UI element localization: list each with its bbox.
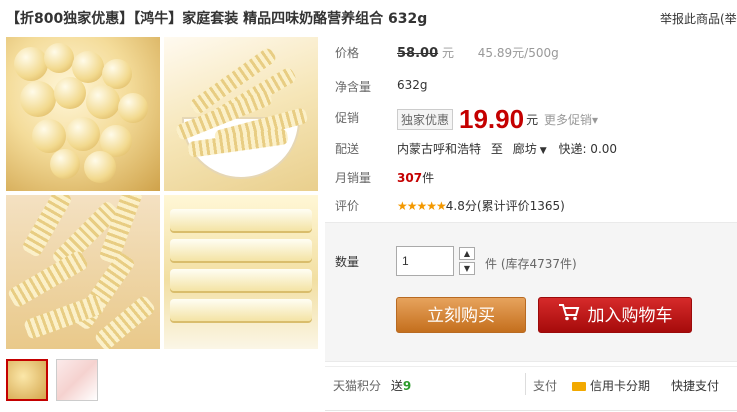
quick-pay[interactable]: 快捷支付 bbox=[671, 377, 719, 394]
purchase-box: 数量 ▲ ▼ 件 (库存4737件) 立刻购买 加入购物车 bbox=[325, 222, 737, 362]
divider bbox=[525, 373, 526, 395]
credit-card-label: 信用卡分期 bbox=[590, 379, 651, 393]
weight-value: 632g bbox=[397, 78, 428, 92]
points-text: 送 bbox=[390, 379, 403, 393]
points-label: 天猫积分 bbox=[333, 379, 382, 393]
caret-up-icon: ▲ bbox=[463, 249, 471, 258]
more-promos-link[interactable]: 更多促销▾ bbox=[544, 113, 598, 127]
caret-down-icon: ▾ bbox=[591, 113, 598, 127]
price-label: 价格 bbox=[335, 46, 360, 60]
express-fee: 快递: 0.00 bbox=[558, 142, 618, 156]
thumbnail-2[interactable] bbox=[56, 359, 98, 401]
rating-group[interactable]: ★★★★★4.8分(累计评价1365) bbox=[397, 197, 565, 214]
quantity-input[interactable] bbox=[396, 246, 454, 276]
payment-label: 支付 bbox=[533, 379, 558, 393]
weight-label: 净含量 bbox=[335, 80, 372, 94]
shipping-group: 内蒙古呼和浩特 至 廊坊 ▼ 快递: 0.00 bbox=[397, 140, 617, 157]
sales-group: 307件 bbox=[397, 169, 434, 186]
rating-label: 评价 bbox=[335, 199, 360, 213]
original-price-unit: 元 bbox=[441, 46, 454, 60]
shipping-label: 配送 bbox=[335, 142, 360, 156]
ship-to-select[interactable]: 廊坊 ▼ bbox=[513, 142, 547, 156]
cheese-sticks-bowl-image bbox=[164, 37, 318, 191]
more-promos-label: 更多促销 bbox=[543, 113, 592, 127]
promo-price-unit: 元 bbox=[526, 113, 539, 127]
buy-now-button[interactable]: 立刻购买 bbox=[396, 297, 526, 333]
cheese-bars-image bbox=[164, 195, 318, 349]
credit-card-icon bbox=[572, 382, 586, 391]
product-title: 【折800独家优惠】【鸿牛】家庭套装 精品四味奶酪营养组合 632g bbox=[6, 11, 428, 27]
rating-stars-icon: ★★★★★ bbox=[397, 199, 447, 213]
promo-row: 促销 独家优惠 19.90 元 更多促销▾ bbox=[335, 104, 737, 135]
cheese-twists-image bbox=[6, 195, 160, 349]
add-to-cart-label: 加入购物车 bbox=[587, 306, 673, 326]
original-price-group: 58.00 元 45.89元/500g bbox=[397, 44, 559, 61]
promo-price: 19.90 bbox=[459, 104, 525, 134]
promo-group: 独家优惠 19.90 元 更多促销▾ bbox=[397, 104, 598, 135]
quantity-label: 数量 bbox=[335, 255, 360, 269]
report-link[interactable]: 举报此商品(举 bbox=[660, 10, 737, 27]
original-price: 58.00 bbox=[397, 46, 439, 61]
credit-card-installment[interactable]: 信用卡分期 bbox=[572, 377, 650, 394]
promo-tag: 独家优惠 bbox=[397, 109, 454, 130]
thumbnail-1[interactable] bbox=[6, 359, 48, 401]
stock-text: 件 (库存4737件) bbox=[485, 257, 577, 271]
cheese-balls-image bbox=[6, 37, 160, 191]
quantity-decrease-button[interactable]: ▼ bbox=[459, 262, 475, 275]
quantity-increase-button[interactable]: ▲ bbox=[459, 247, 475, 260]
ship-to-word: 至 bbox=[490, 142, 503, 156]
ship-to-value: 廊坊 bbox=[512, 142, 537, 156]
promo-label: 促销 bbox=[335, 111, 360, 125]
product-gallery bbox=[6, 37, 318, 349]
rating-text: 4.8分(累计评价1365) bbox=[445, 199, 565, 213]
caret-down-icon: ▼ bbox=[463, 264, 471, 273]
points-value: 9 bbox=[402, 379, 412, 393]
cart-icon bbox=[558, 298, 580, 334]
monthly-sales-value: 307 bbox=[397, 171, 423, 185]
monthly-sales-label: 月销量 bbox=[335, 171, 372, 185]
tmall-points: 天猫积分 送9 bbox=[333, 377, 411, 394]
ship-from: 内蒙古呼和浩特 bbox=[397, 142, 482, 156]
bottom-divider bbox=[325, 410, 737, 411]
monthly-sales-unit: 件 bbox=[422, 171, 435, 185]
service-bar: 天猫积分 送9 支付 信用卡分期 快捷支付 bbox=[325, 366, 737, 402]
chevron-down-icon: ▼ bbox=[539, 146, 547, 156]
add-to-cart-button[interactable]: 加入购物车 bbox=[538, 297, 692, 333]
unit-price: 45.89元/500g bbox=[477, 46, 559, 60]
